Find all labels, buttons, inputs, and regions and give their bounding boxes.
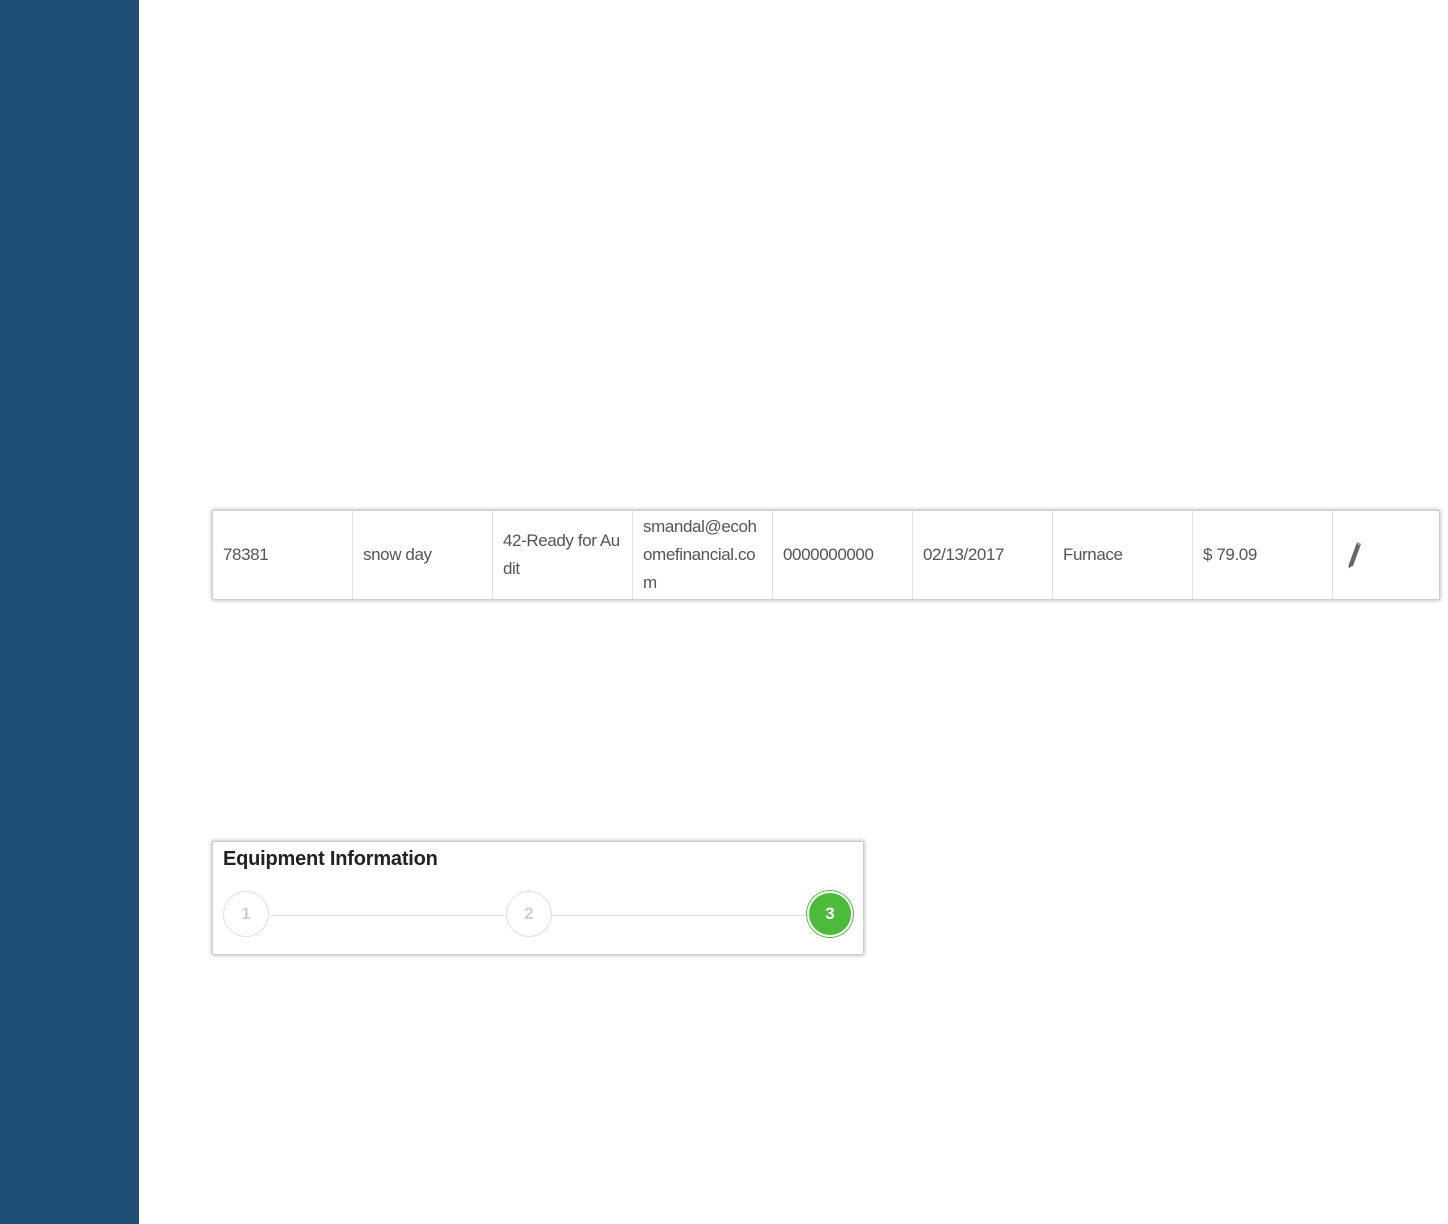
record-equipment-cell: Furnace bbox=[1053, 511, 1193, 599]
sidebar bbox=[0, 0, 139, 1224]
record-amount-cell: $ 79.09 bbox=[1193, 511, 1333, 599]
record-name-cell: snow day bbox=[353, 511, 493, 599]
record-phone-cell: 0000000000 bbox=[773, 511, 913, 599]
equipment-info-card: Equipment Information 1 2 3 bbox=[212, 841, 864, 955]
record-date-cell: 02/13/2017 bbox=[913, 511, 1053, 599]
step-connector-1-2 bbox=[270, 915, 505, 916]
step-1[interactable]: 1 bbox=[223, 891, 269, 937]
record-email-cell: smandal@ecohomefinancial.com bbox=[633, 511, 773, 599]
record-status-cell: 42-Ready for Audit bbox=[493, 511, 633, 599]
record-table-row: 78381 snow day 42-Ready for Audit smanda… bbox=[212, 510, 1440, 600]
equipment-info-title: Equipment Information bbox=[223, 848, 438, 870]
step-3-active[interactable]: 3 bbox=[807, 891, 853, 937]
step-2[interactable]: 2 bbox=[506, 891, 552, 937]
pencil-icon[interactable] bbox=[1347, 539, 1363, 571]
record-edit-cell bbox=[1333, 511, 1439, 599]
record-id-cell: 78381 bbox=[213, 511, 353, 599]
step-connector-2-3 bbox=[552, 915, 807, 916]
